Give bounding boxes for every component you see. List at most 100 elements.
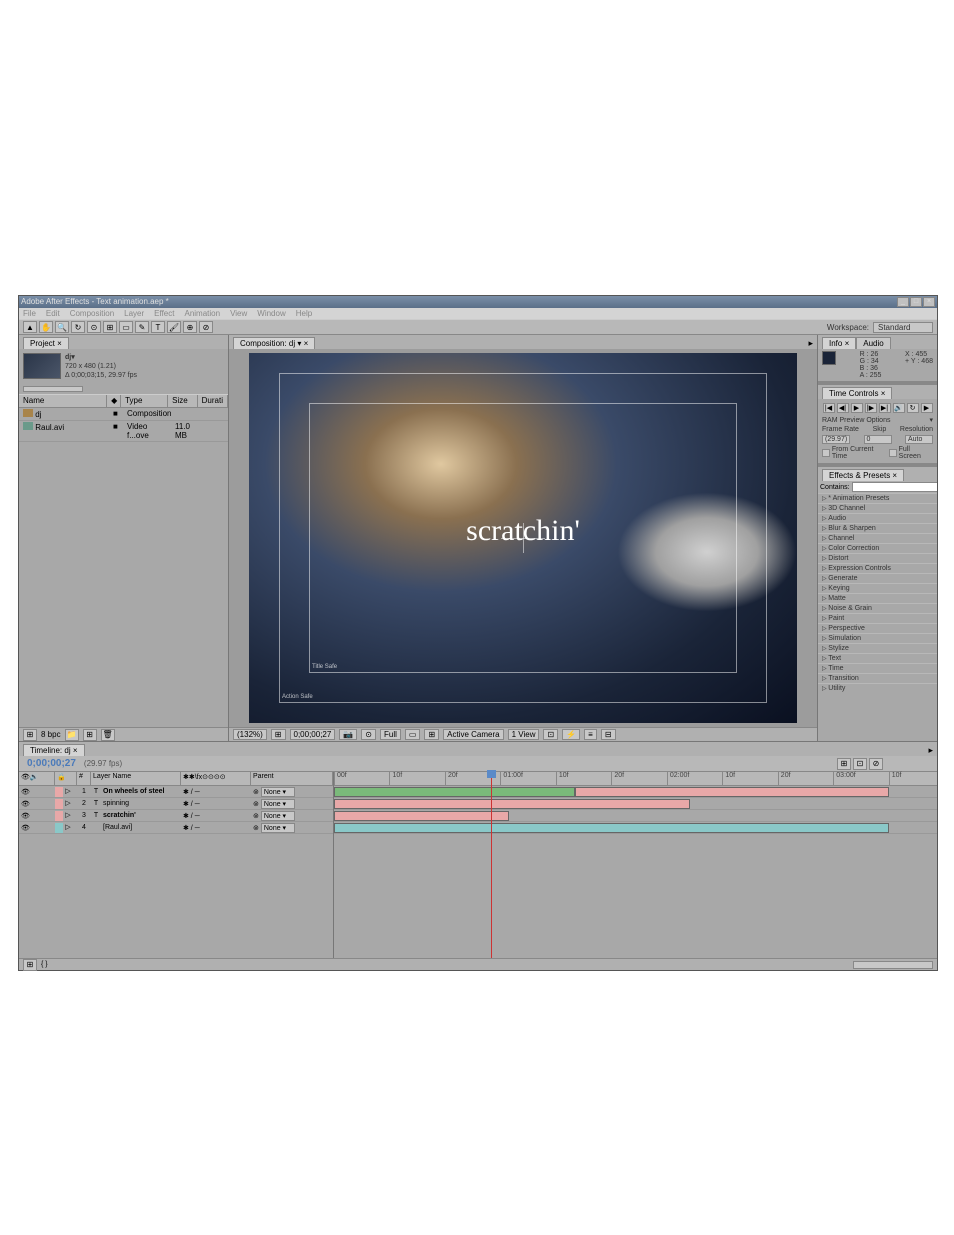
resolution-select[interactable]: Auto	[905, 435, 933, 444]
zoom-slider[interactable]	[853, 961, 933, 969]
eye-icon[interactable]: 👁	[21, 824, 30, 832]
viewer-timecode[interactable]: 0;00;00;27	[290, 729, 336, 740]
project-tab[interactable]: Project ×	[23, 337, 69, 349]
zoom-tool[interactable]: 🔍	[55, 321, 69, 333]
twirl-icon[interactable]: ▷	[63, 823, 73, 833]
layer-bar[interactable]	[334, 787, 575, 797]
effect-category[interactable]: Stylize	[818, 643, 937, 653]
effect-category[interactable]: Paint	[818, 613, 937, 623]
menu-view[interactable]: View	[230, 309, 247, 318]
track-row[interactable]	[334, 822, 937, 834]
menu-animation[interactable]: Animation	[184, 309, 220, 318]
parent-dropdown[interactable]: None ▾	[261, 811, 295, 821]
composition-viewer[interactable]: Action Safe Title Safe scratchin'	[229, 349, 817, 727]
view-select[interactable]: 1 View	[508, 729, 540, 740]
effect-category[interactable]: Text	[818, 653, 937, 663]
project-search[interactable]	[23, 386, 83, 392]
eraser-tool[interactable]: ⊘	[199, 321, 213, 333]
menu-composition[interactable]: Composition	[70, 309, 114, 318]
shy-icon[interactable]: ⊘	[869, 758, 883, 770]
label-color[interactable]	[55, 811, 63, 821]
interpret-icon[interactable]: ⊞	[23, 729, 37, 741]
transparency-icon[interactable]: ⊞	[424, 729, 439, 740]
effects-tab[interactable]: Effects & Presets ×	[822, 469, 904, 481]
effect-category[interactable]: Keying	[818, 583, 937, 593]
skip-input[interactable]: 0	[864, 435, 892, 444]
current-timecode[interactable]: 0;00;00;27	[19, 758, 84, 769]
audio-button[interactable]: 🔊	[893, 403, 905, 413]
dropdown-icon[interactable]: ▾	[929, 416, 933, 424]
layer-name[interactable]: spinning	[101, 800, 181, 807]
track-row[interactable]	[334, 786, 937, 798]
col-duration[interactable]: Durati	[198, 395, 228, 407]
next-frame-button[interactable]: |▶	[865, 403, 877, 413]
layer-switches[interactable]: ✱ / ─	[181, 812, 251, 820]
pickwhip-icon[interactable]: ⊚	[253, 800, 259, 808]
effect-category[interactable]: Time	[818, 663, 937, 673]
col-type[interactable]: Type	[121, 395, 168, 407]
first-frame-button[interactable]: |◀	[823, 403, 835, 413]
timeline-icon[interactable]: ≡	[584, 729, 597, 740]
pickwhip-icon[interactable]: ⊚	[253, 824, 259, 832]
twirl-icon[interactable]: ▷	[63, 811, 73, 821]
minimize-button[interactable]: _	[897, 297, 909, 307]
zoom-level[interactable]: (132%)	[233, 729, 267, 740]
layer-name[interactable]: [Raul.avi]	[101, 824, 181, 831]
effect-category[interactable]: Distort	[818, 553, 937, 563]
camera-tool[interactable]: ⊙	[87, 321, 101, 333]
layer-row[interactable]: 👁 ▷ 4 [Raul.avi] ✱ / ─ ⊚None ▾	[19, 822, 333, 834]
ram-preview-button[interactable]: ▶	[921, 403, 933, 413]
layer-bar[interactable]	[334, 811, 509, 821]
menu-layer[interactable]: Layer	[124, 309, 144, 318]
fast-preview-icon[interactable]: ⚡	[562, 729, 580, 740]
layer-switches[interactable]: ✱ / ─	[181, 824, 251, 832]
fullscreen-checkbox[interactable]	[889, 449, 897, 457]
camera-select[interactable]: Active Camera	[443, 729, 503, 740]
last-frame-button[interactable]: ▶|	[879, 403, 891, 413]
trash-icon[interactable]: 🗑	[101, 729, 115, 741]
effect-category[interactable]: * Animation Presets	[818, 493, 937, 503]
project-item[interactable]: Raul.avi ■ Video f...ove 11.0 MB	[19, 421, 228, 442]
menu-help[interactable]: Help	[296, 309, 312, 318]
col-label-icon[interactable]: ◆	[107, 395, 121, 407]
effect-category[interactable]: Perspective	[818, 623, 937, 633]
twirl-icon[interactable]: ▷	[63, 799, 73, 809]
project-item[interactable]: dj ■ Composition	[19, 408, 228, 421]
eye-icon[interactable]: 👁	[21, 812, 30, 820]
brush-tool[interactable]: 🖌	[167, 321, 181, 333]
col-size[interactable]: Size	[168, 395, 198, 407]
menu-edit[interactable]: Edit	[46, 309, 60, 318]
composition-tab[interactable]: Composition: dj ▾ ×	[233, 337, 315, 349]
maximize-button[interactable]: □	[910, 297, 922, 307]
channel-icon[interactable]: ⊙	[361, 729, 376, 740]
effect-category[interactable]: Generate	[818, 573, 937, 583]
pen-tool[interactable]: ✎	[135, 321, 149, 333]
col-name[interactable]: Name	[19, 395, 107, 407]
selection-tool[interactable]: ▲	[23, 321, 37, 333]
bpc-toggle[interactable]: 8 bpc	[41, 730, 61, 739]
effect-category[interactable]: 3D Channel	[818, 503, 937, 513]
track-row[interactable]	[334, 798, 937, 810]
pan-behind-tool[interactable]: ⊞	[103, 321, 117, 333]
parent-dropdown[interactable]: None ▾	[261, 787, 295, 797]
effect-category[interactable]: Color Correction	[818, 543, 937, 553]
snapshot-icon[interactable]: 📷	[339, 729, 357, 740]
effect-category[interactable]: Noise & Grain	[818, 603, 937, 613]
layer-switches[interactable]: ✱ / ─	[181, 788, 251, 796]
layer-name[interactable]: scratchin'	[101, 812, 181, 819]
resolution-select[interactable]: Full	[380, 729, 401, 740]
effect-category[interactable]: Blur & Sharpen	[818, 523, 937, 533]
layer-bar[interactable]	[334, 799, 690, 809]
prev-frame-button[interactable]: ◀|	[837, 403, 849, 413]
grid-icon[interactable]: ⊞	[271, 729, 286, 740]
clone-tool[interactable]: ⊕	[183, 321, 197, 333]
panel-menu-icon[interactable]: ▸	[804, 338, 817, 349]
graph-editor-icon[interactable]: ⊞	[837, 758, 851, 770]
comp-button-icon[interactable]: ⊡	[853, 758, 867, 770]
menu-file[interactable]: File	[23, 309, 36, 318]
pickwhip-icon[interactable]: ⊚	[253, 788, 259, 796]
new-comp-icon[interactable]: ⊞	[83, 729, 97, 741]
panel-menu-icon[interactable]: ▸	[924, 745, 937, 756]
effect-category[interactable]: Transition	[818, 673, 937, 683]
label-color[interactable]	[55, 787, 63, 797]
